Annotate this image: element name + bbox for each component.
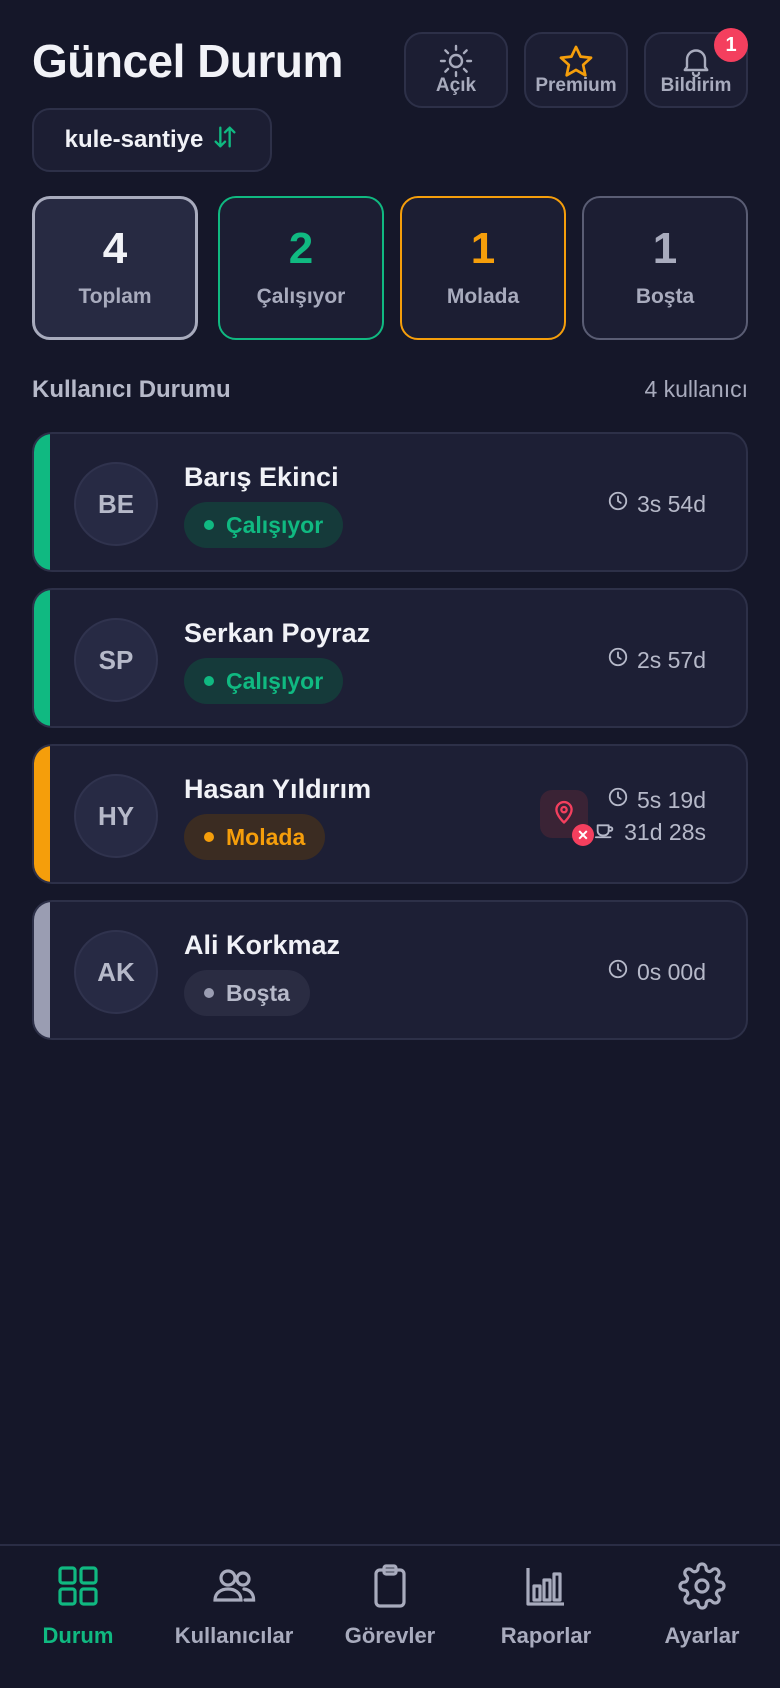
break-time: 31d 28s: [624, 818, 706, 845]
coffee-cup-icon: [594, 818, 616, 846]
section-title: Kullanıcı Durumu: [32, 376, 231, 403]
nav-label: Raporlar: [500, 1623, 592, 1648]
notifications-button[interactable]: Bildirim 1: [644, 28, 748, 108]
project-switcher[interactable]: kule-santiye: [32, 108, 272, 172]
status-dot: [204, 988, 214, 998]
stat-break-label: Molada: [446, 285, 520, 308]
user-name: Serkan Poyraz: [184, 618, 371, 648]
bottom-navigation: Durum Kullanıcılar Görevler Raporlar Aya…: [0, 1544, 780, 1688]
user-count: 4 kullanıcı: [644, 376, 748, 402]
star-icon: [557, 43, 595, 86]
notification-count-badge: 1: [714, 28, 748, 62]
status-label: Molada: [226, 823, 306, 850]
theme-toggle-button[interactable]: Açık: [404, 32, 508, 108]
stat-card-working[interactable]: 2 Çalışıyor: [218, 196, 384, 340]
clock-icon: [607, 786, 629, 814]
work-timer: 2s 57d: [607, 646, 706, 674]
close-icon: ✕: [572, 824, 594, 846]
stat-break-value: 1: [470, 224, 496, 273]
status-accent-bar: [34, 434, 50, 570]
clock-icon: [607, 490, 629, 518]
bell-icon: [678, 43, 714, 84]
status-badge: Çalışıyor: [184, 658, 344, 704]
status-dot: [204, 676, 214, 686]
user-card[interactable]: BE Barış Ekinci Çalışıyor 3s 54d: [32, 432, 748, 572]
stat-working-label: Çalışıyor: [256, 285, 346, 308]
nav-label: Durum: [42, 1623, 114, 1648]
gear-icon: [678, 1562, 726, 1615]
users-icon: [210, 1562, 258, 1615]
status-dot: [204, 520, 214, 530]
nav-tab-gorevler[interactable]: Görevler: [312, 1546, 468, 1688]
work-time: 5s 19d: [636, 786, 706, 813]
premium-button[interactable]: Premium: [524, 32, 628, 108]
nav-tab-raporlar[interactable]: Raporlar: [468, 1546, 624, 1688]
avatar: HY: [74, 774, 158, 858]
stat-idle-label: Boşta: [635, 285, 695, 308]
status-label: Boşta: [226, 979, 290, 1006]
grid-icon: [54, 1562, 102, 1615]
clipboard-icon: [366, 1562, 414, 1615]
avatar: BE: [74, 462, 158, 546]
location-off-indicator[interactable]: ✕: [540, 790, 594, 846]
work-time: 3s 54d: [636, 490, 706, 517]
stat-total-value: 4: [102, 224, 128, 273]
break-timer: 31d 28s: [594, 818, 706, 846]
nav-label: Ayarlar: [664, 1623, 740, 1648]
work-timer: 3s 54d: [607, 490, 706, 518]
status-accent-bar: [34, 590, 50, 726]
bar-chart-icon: [522, 1562, 570, 1615]
status-dot: [204, 832, 214, 842]
user-name: Ali Korkmaz: [184, 930, 341, 960]
clock-icon: [607, 958, 629, 986]
status-accent-bar: [34, 902, 50, 1038]
stat-working-value: 2: [288, 224, 314, 273]
status-accent-bar: [34, 746, 50, 882]
user-card[interactable]: SP Serkan Poyraz Çalışıyor 2s 57d: [32, 588, 748, 728]
status-badge: Çalışıyor: [184, 502, 344, 548]
work-time: 0s 00d: [636, 958, 706, 985]
nav-tab-durum[interactable]: Durum: [0, 1546, 156, 1688]
status-badge: Boşta: [184, 970, 310, 1016]
page-title: Güncel Durum: [32, 35, 343, 87]
avatar: AK: [74, 930, 158, 1014]
status-label: Çalışıyor: [226, 667, 324, 694]
nav-label: Görevler: [344, 1623, 436, 1648]
status-label: Çalışıyor: [226, 511, 324, 538]
stat-total-label: Toplam: [78, 285, 152, 308]
sun-icon: [438, 43, 474, 84]
user-name: Barış Ekinci: [184, 462, 339, 492]
nav-tab-ayarlar[interactable]: Ayarlar: [624, 1546, 780, 1688]
stat-card-total[interactable]: 4 Toplam: [32, 196, 198, 340]
project-name: kule-santiye: [64, 126, 204, 153]
nav-label: Kullanıcılar: [174, 1623, 294, 1648]
user-name: Hasan Yıldırım: [184, 774, 372, 804]
user-card[interactable]: AK Ali Korkmaz Boşta 0s 00d: [32, 900, 748, 1040]
stat-card-idle[interactable]: 1 Boşta: [582, 196, 748, 340]
stat-card-break[interactable]: 1 Molada: [400, 196, 566, 340]
status-badge: Molada: [184, 814, 326, 860]
user-card[interactable]: HY Hasan Yıldırım Molada ✕ 5s 19d 31d 28…: [32, 744, 748, 884]
nav-tab-kullanicilar[interactable]: Kullanıcılar: [156, 1546, 312, 1688]
avatar: SP: [74, 618, 158, 702]
stat-idle-value: 1: [652, 224, 678, 273]
work-time: 2s 57d: [636, 646, 706, 673]
swap-icon: [211, 123, 239, 158]
location-pin-icon: [550, 798, 578, 831]
work-timer: 5s 19d: [607, 786, 706, 814]
clock-icon: [607, 646, 629, 674]
work-timer: 0s 00d: [607, 958, 706, 986]
